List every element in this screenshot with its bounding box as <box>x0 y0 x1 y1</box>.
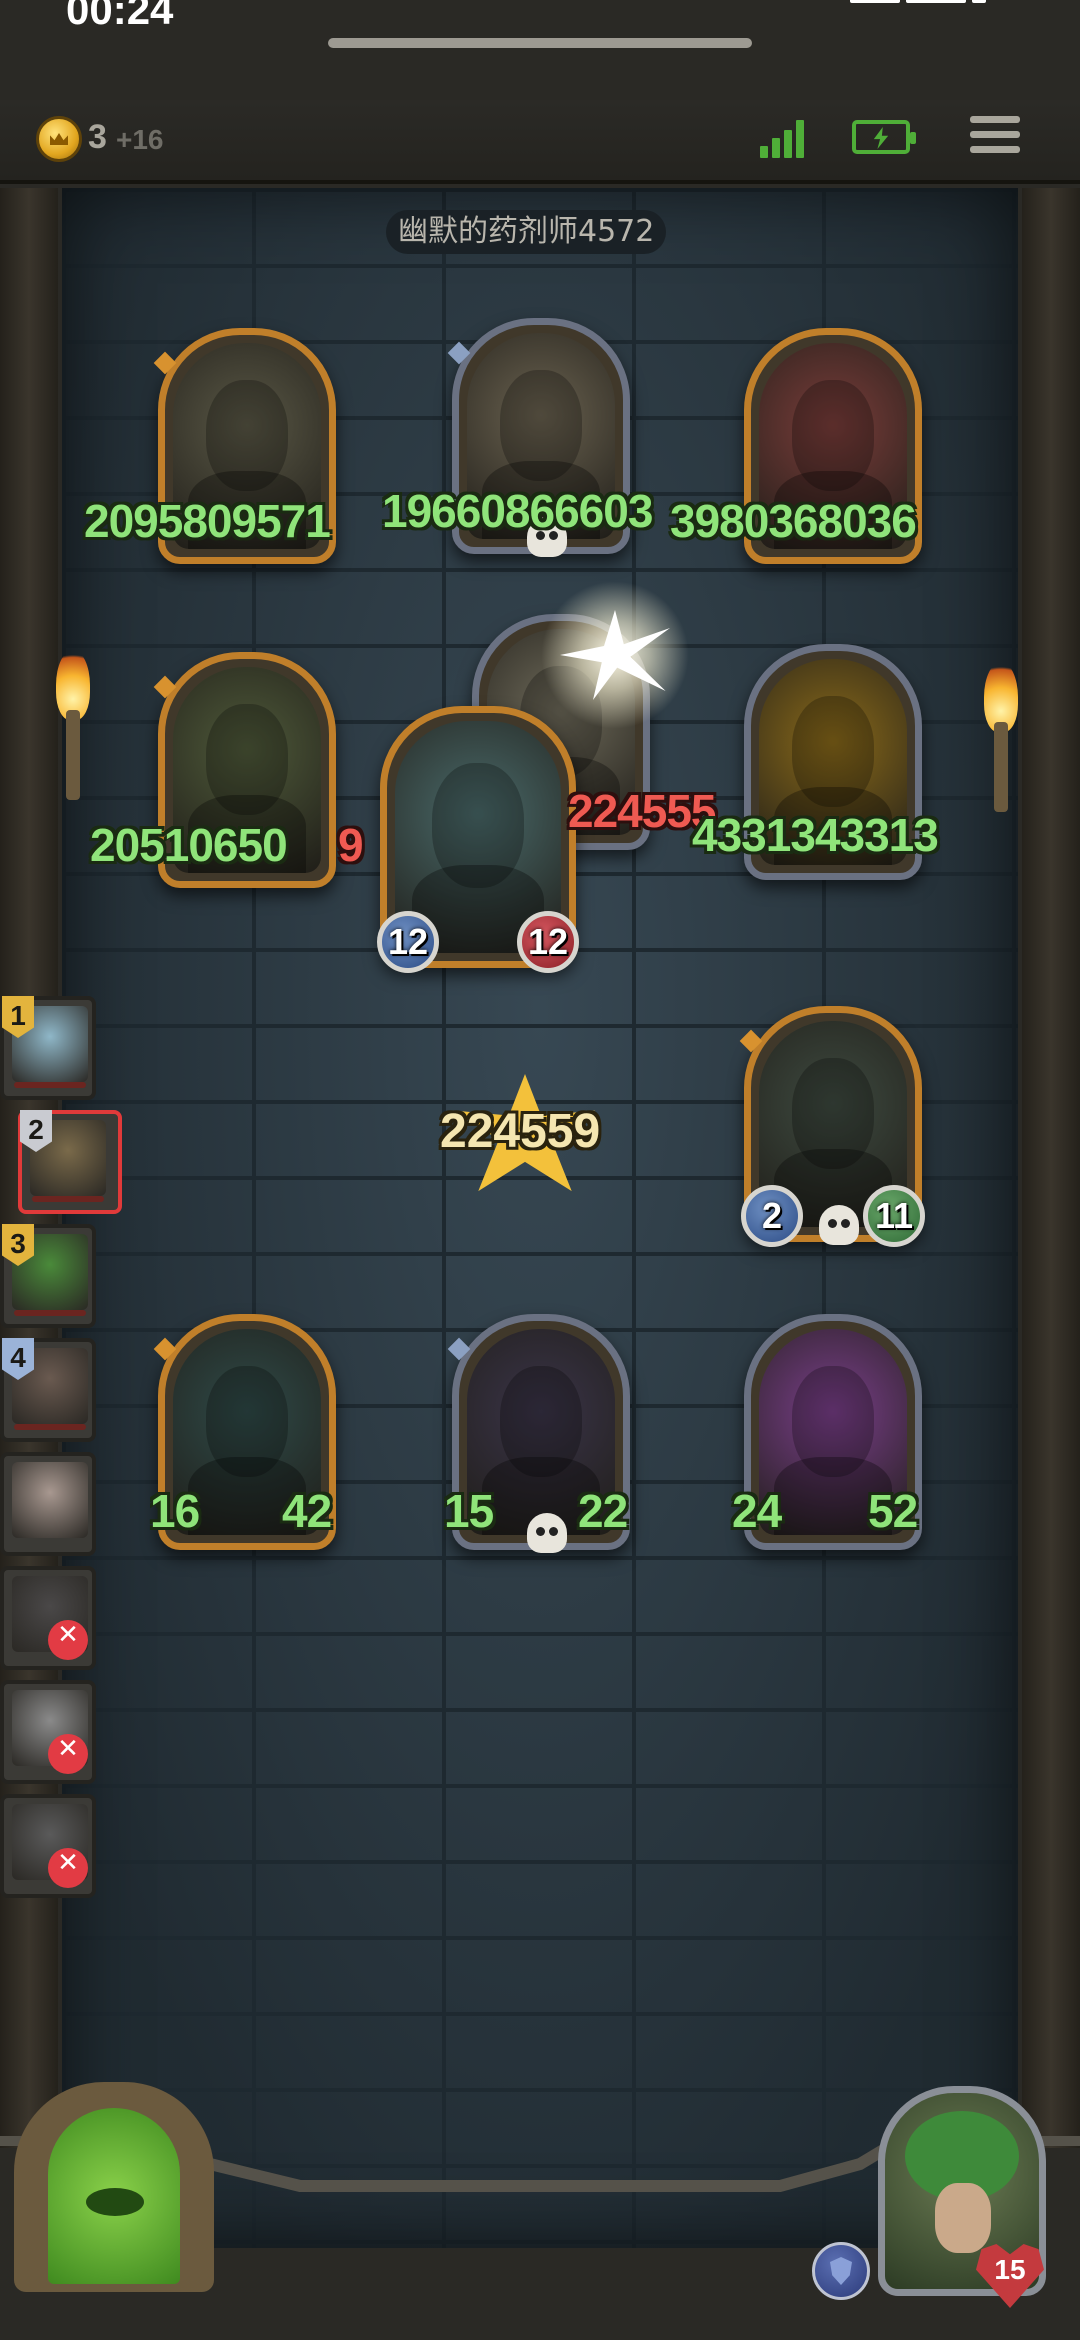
ally-attack-old-wizard: 24 <box>732 1485 782 1537</box>
battery-icon <box>852 120 916 154</box>
health-bar <box>14 1082 86 1088</box>
drag-handle[interactable] <box>328 38 752 48</box>
menu-icon[interactable] <box>970 116 1020 160</box>
attacking-card-blue-imp[interactable]: 12 12 <box>377 706 579 973</box>
torch-right <box>966 662 1036 812</box>
turn-item[interactable]: 3 <box>0 1224 96 1328</box>
enemy-stat-clown: 3980368036 <box>670 495 917 547</box>
dead-marker-icon <box>48 1734 88 1774</box>
torch-left <box>38 650 108 800</box>
turn-order-list: 1 2 3 4 <box>0 996 122 1908</box>
damage-popup: 224559 <box>440 1105 601 1158</box>
skull-icon <box>527 1513 567 1553</box>
dead-marker-icon <box>48 1620 88 1660</box>
turn-item-active[interactable]: 2 <box>18 1110 122 1214</box>
turn-item-eliminated[interactable] <box>0 1566 96 1670</box>
health-bar <box>14 1310 86 1316</box>
hero-health: 15 <box>994 2254 1026 2285</box>
status-bar: 00:24 <box>0 0 1080 80</box>
game-screen: 00:24 3 +16 幽默的药剂师4572 12 12 2095809571 … <box>0 0 1080 2340</box>
ally-attack-dark-lord: 15 <box>444 1485 494 1537</box>
health-bar <box>14 1424 86 1430</box>
ally-attack-hooded-reaper: 16 <box>150 1485 200 1537</box>
signal-icon <box>760 118 810 158</box>
exit-door[interactable] <box>14 2082 214 2292</box>
enemy-stat-purple-dragon-damaged: 9 <box>338 819 364 871</box>
ally-card-tentacle-chest[interactable]: 2 11 <box>739 1006 925 1247</box>
turn-item[interactable]: 1 <box>0 996 96 1100</box>
turn-item-eliminated[interactable] <box>0 1680 96 1784</box>
opponent-name: 幽默的药剂师4572 <box>386 210 667 254</box>
eye-icon <box>86 2188 144 2216</box>
ally-health-hooded-reaper: 42 <box>282 1485 332 1537</box>
system-indicators <box>850 0 1030 12</box>
top-hud: 3 +16 <box>0 100 1080 184</box>
turn-item[interactable]: 4 <box>0 1338 96 1442</box>
enemy-stat-bone-dragon: 19660866603 <box>382 485 653 537</box>
opponent-portrait <box>12 1462 88 1538</box>
turn-item[interactable] <box>0 1452 96 1556</box>
status-time: 00:24 <box>66 0 174 33</box>
shield-icon[interactable] <box>812 2242 870 2300</box>
coin-count: 3 <box>88 118 107 156</box>
ally-health-dark-lord: 22 <box>578 1485 628 1537</box>
health-orb: 12 <box>517 911 579 973</box>
enemy-stat-hooded-skull-mage: 2095809571 <box>84 495 331 547</box>
ally-health-old-wizard: 52 <box>868 1485 918 1537</box>
enemy-stat-golden-guardian: 4331343313 <box>692 809 939 861</box>
health-orb: 11 <box>863 1185 925 1247</box>
dead-marker-icon <box>48 1848 88 1888</box>
right-pillar <box>1022 188 1080 2148</box>
skull-icon <box>819 1205 859 1245</box>
enemy-stat-purple-dragon: 20510650 <box>90 819 288 871</box>
coin-icon <box>36 116 82 162</box>
turn-item-eliminated[interactable] <box>0 1794 96 1898</box>
health-bar <box>32 1196 104 1202</box>
coin-bonus: +16 <box>116 124 164 155</box>
hit-effect <box>530 580 700 730</box>
attack-orb: 12 <box>377 911 439 973</box>
attack-orb: 2 <box>741 1185 803 1247</box>
